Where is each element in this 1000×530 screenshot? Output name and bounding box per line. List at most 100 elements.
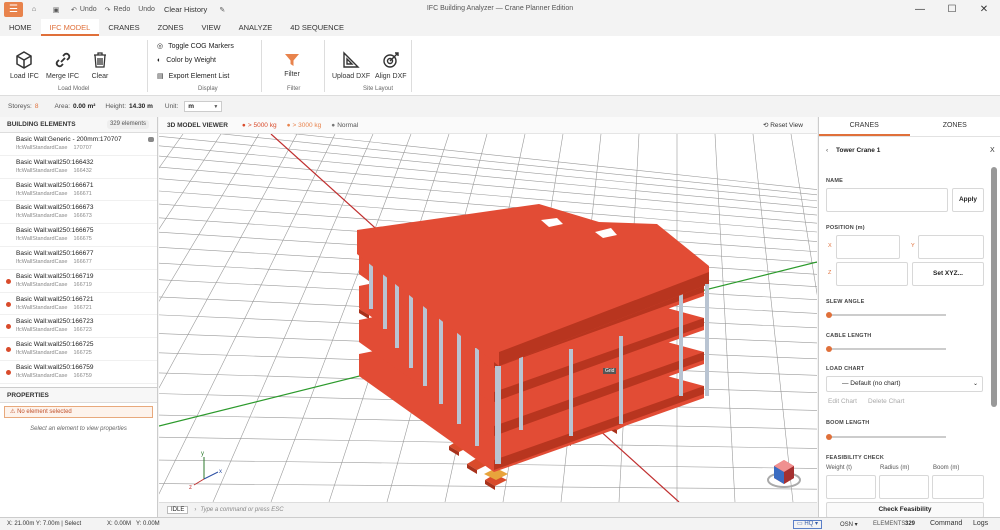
title-bar: ☰ ⌂ ▣ ↶ Undo ↷ Redo Undo Clear History ✎ I… <box>0 0 1000 19</box>
command-line: IDLE › Type a command or press ESC <box>159 502 817 517</box>
clear-history-button[interactable]: Clear History <box>159 0 212 19</box>
heavy-weight-dot <box>6 278 11 284</box>
export-list-button[interactable]: ▤ Export Element List <box>157 72 229 81</box>
minimize-button[interactable]: — <box>904 0 936 19</box>
command-input[interactable]: Type a command or press ESC <box>200 507 283 513</box>
list-item[interactable]: Basic Wall:wall250:166673 IfcWallStandard… <box>0 201 157 225</box>
close-crane-icon[interactable]: X <box>990 147 995 154</box>
tab-home[interactable]: HOME <box>0 19 41 36</box>
properties-hint: Select an element to view properties <box>30 426 127 432</box>
list-scrollbar[interactable] <box>148 137 154 142</box>
hq-toggle[interactable]: ▭ HQ ▾ <box>793 520 823 529</box>
element-type: IfcWallStandardCase 166719 <box>16 282 92 288</box>
group-label-load-model: Load Model <box>58 86 90 92</box>
properties-header: PROPERTIES <box>0 387 157 403</box>
reset-view-button[interactable]: ⟲ Reset View <box>763 121 803 129</box>
list-item[interactable]: Basic Wall:wall250:166671 IfcWallStandard… <box>0 179 157 202</box>
list-item[interactable]: Basic Wall:wall250:166432 IfcWallStandard… <box>0 156 157 179</box>
radius-input[interactable] <box>879 475 929 499</box>
load-chart-select[interactable]: — Default (no chart) ⌄ <box>826 376 983 392</box>
check-feasibility-button[interactable]: Check Feasibility <box>826 502 984 518</box>
crane-name-input[interactable] <box>826 188 948 212</box>
model-viewer[interactable]: 3D MODEL VIEWER ● > 5000 kg ● > 3000 kg ● N… <box>159 117 817 517</box>
toggle-cog-button[interactable]: ◎ Toggle COG Markers <box>157 42 234 51</box>
load-ifc-button[interactable]: Load IFC <box>10 50 39 80</box>
color-by-weight-button[interactable]: ◐ Color by Weight <box>157 57 216 64</box>
element-type-text: IfcWallStandardCase <box>16 327 68 334</box>
boom-length-slider[interactable] <box>826 434 946 440</box>
command-button[interactable]: Command <box>930 520 962 527</box>
merge-ifc-button[interactable]: Merge IFC <box>46 50 79 80</box>
list-item[interactable]: Basic Wall:wall250:166719 IfcWallStandard… <box>0 270 157 293</box>
heavy-weight-dot <box>6 347 11 353</box>
tab-ifc-model[interactable]: IFC MODEL <box>40 19 100 36</box>
group-label-site-layout: Site Layout <box>363 86 394 92</box>
position-y-input[interactable] <box>918 235 984 259</box>
element-id: 166719 <box>73 281 92 288</box>
list-item[interactable]: Basic Wall:wall250:166723 IfcWallStandard… <box>0 315 157 339</box>
slider-knob[interactable] <box>826 312 832 318</box>
list-item[interactable]: Basic Wall:wall250:166759 IfcWallStandard… <box>0 361 157 384</box>
osnap-toggle[interactable]: OSN ▾ <box>840 521 858 528</box>
element-type-text: IfcWallStandardCase <box>16 236 68 243</box>
list-item[interactable]: Basic Wall:Generic - 200mm:170707 IfcWall… <box>0 133 157 156</box>
trash-icon <box>94 52 106 68</box>
save-icon[interactable]: ▣ <box>45 0 67 19</box>
list-item[interactable]: Basic Wall:wall250:166677 IfcWallStandard… <box>0 247 157 270</box>
weight-input[interactable] <box>826 475 876 499</box>
logs-button[interactable]: Logs <box>973 520 988 527</box>
slider-knob[interactable] <box>826 346 832 352</box>
list-item[interactable]: Basic Wall:wall250:166675 IfcWallStandard… <box>0 224 157 247</box>
tab-cranes[interactable]: CRANES <box>99 19 148 36</box>
home-icon[interactable]: ⌂ <box>23 0 45 19</box>
element-id: 170707 <box>73 145 92 151</box>
tab-analyze[interactable]: ANALYZE <box>230 19 282 36</box>
delete-chart-button[interactable]: Delete Chart <box>868 398 905 405</box>
cube-icon <box>16 51 33 69</box>
brush-icon[interactable]: ✎ <box>212 0 232 19</box>
element-type-text: IfcWallStandardCase <box>16 213 68 220</box>
no-selection-box: ⚠ No element selected <box>4 406 153 418</box>
back-icon[interactable]: ‹ <box>826 147 828 154</box>
cable-length-slider[interactable] <box>826 346 946 352</box>
close-button[interactable]: ✕ <box>968 0 1000 19</box>
apply-button[interactable]: Apply <box>952 188 984 212</box>
maximize-button[interactable]: ☐ <box>936 0 968 19</box>
svg-text:x: x <box>219 469 222 475</box>
tab-view[interactable]: VIEW <box>192 19 229 36</box>
upload-dxf-button[interactable]: Upload DXF <box>332 50 370 80</box>
slew-angle-slider[interactable] <box>826 312 946 318</box>
tab-zones-panel[interactable]: ZONES <box>910 117 1000 136</box>
element-type: IfcWallStandardCase 166675 <box>16 236 92 242</box>
undo-button[interactable]: ↶ Undo <box>67 0 101 19</box>
slider-knob[interactable] <box>826 434 832 440</box>
clear-button[interactable]: Clear <box>90 50 110 80</box>
tab-4d-sequence[interactable]: 4D SEQUENCE <box>281 19 353 36</box>
tab-zones[interactable]: ZONES <box>149 19 193 36</box>
filter-button[interactable]: Filter <box>284 52 300 78</box>
reset-icon: ⟲ <box>762 122 769 129</box>
element-name: Basic Wall:wall250:166725 <box>16 341 94 349</box>
position-z-input[interactable] <box>836 262 908 286</box>
set-xyz-button[interactable]: Set XYZ... <box>912 262 984 286</box>
right-tabs: CRANES ZONES <box>819 117 1000 137</box>
edit-chart-button[interactable]: Edit Chart <box>828 398 857 405</box>
grid-tag: Grid <box>603 368 617 374</box>
undo-history-button[interactable]: Undo <box>134 0 159 19</box>
element-name: Basic Wall:wall250:166432 <box>16 158 94 166</box>
app-menu-icon[interactable]: ☰ <box>4 2 23 17</box>
position-x-input[interactable] <box>836 235 900 259</box>
unit-select[interactable]: m ▼ <box>184 101 223 112</box>
tab-cranes-panel[interactable]: CRANES <box>819 117 910 136</box>
right-panel-scrollbar[interactable] <box>991 167 997 407</box>
list-item[interactable]: Basic Wall:wall250:166725 IfcWallStandard… <box>0 338 157 361</box>
redo-button[interactable]: ↷ Redo <box>101 0 135 19</box>
list-item[interactable]: Basic Wall:wall250:166721 IfcWallStandard… <box>0 293 157 316</box>
element-list[interactable]: Basic Wall:Generic - 200mm:170707 IfcWall… <box>0 133 157 387</box>
boom-input[interactable] <box>932 475 984 499</box>
target-icon <box>383 52 399 68</box>
element-type: IfcWallStandardCase 166721 <box>16 305 92 311</box>
element-id: 166675 <box>73 236 92 243</box>
align-dxf-button[interactable]: Align DXF <box>375 50 407 80</box>
element-type: IfcWallStandardCase 166723 <box>16 327 92 333</box>
